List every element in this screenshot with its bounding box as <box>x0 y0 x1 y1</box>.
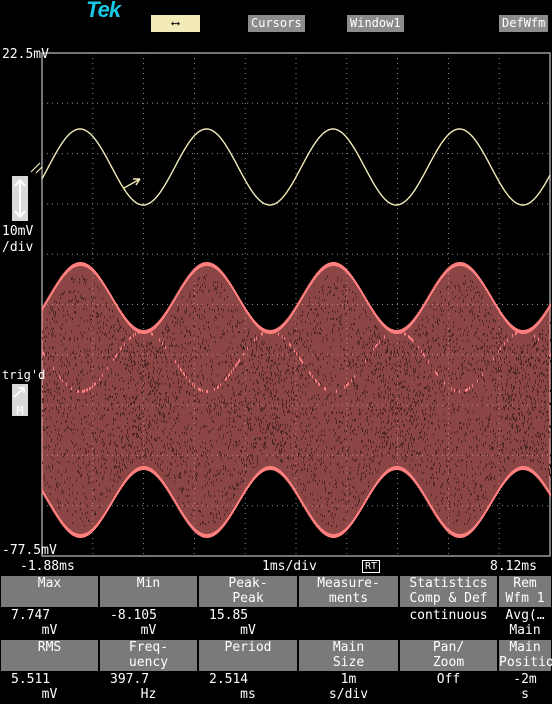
row2-header-4[interactable]: Pan/Zoom <box>400 640 497 671</box>
header-text: Min <box>136 576 161 591</box>
row1-header-2[interactable]: Peak- Peak <box>199 576 297 607</box>
marker-m-label: M <box>16 404 24 418</box>
row1-header-3[interactable]: Measure-ments <box>299 576 398 607</box>
value-text: continuous <box>409 608 488 623</box>
value-text: mV <box>240 623 256 638</box>
volts-per-div-unit: /div <box>2 240 34 255</box>
trigger-marker[interactable]: M <box>12 384 28 418</box>
value-text: 15.85 <box>209 608 249 623</box>
header-text: Zoom <box>432 655 465 670</box>
row1-value-4: continuous <box>400 608 497 639</box>
row2-value-3: 1m s/div <box>299 672 398 703</box>
header-text: Peak- <box>228 576 268 591</box>
value-text: Avg(… <box>505 608 545 623</box>
row1-value-3 <box>299 608 398 639</box>
row2-header-0[interactable]: RMS <box>1 640 98 671</box>
header-text: Measure- <box>317 576 380 591</box>
trace-pointer-icon <box>123 178 141 189</box>
trigger-arrow-icon <box>13 387 25 398</box>
value-text: 5.511 <box>11 672 51 687</box>
row2-value-1: 397.7 Hz <box>100 672 197 703</box>
header-text: Peak <box>232 591 264 606</box>
value-text: 7.747 <box>11 608 51 623</box>
value-text: Hz <box>140 687 157 702</box>
row2-value-5: -2m s <box>499 672 551 703</box>
header-text: Max <box>37 576 62 591</box>
row1-value-5: Avg(… Main <box>499 608 551 639</box>
rt-badge: RT <box>362 560 381 573</box>
header-text: Freq- <box>128 640 169 655</box>
top-voltage-label: 22.5mV <box>2 47 49 62</box>
header-text: Wfm 1 <box>505 591 545 606</box>
header-text: Main <box>332 640 365 655</box>
row2-header-1[interactable]: Freq-uency <box>100 640 197 671</box>
header-text: RMS <box>37 640 62 655</box>
vertical-arrows-icon <box>14 178 26 219</box>
value-text: mV <box>41 623 58 638</box>
value-text: 397.7 <box>110 672 150 687</box>
value-text: 2.514 <box>209 672 249 687</box>
header-text: Statistics <box>409 576 488 591</box>
value-text: mV <box>41 687 58 702</box>
value-text: 1m <box>340 672 357 687</box>
header-text: Main <box>509 640 541 655</box>
header-text: Pan/ <box>432 640 465 655</box>
volts-per-div-value: 10mV <box>2 224 34 239</box>
value-text: -8.105 <box>110 608 157 623</box>
time-per-div-label: 1ms/div <box>262 559 317 574</box>
row1-value-0: 7.747 mV <box>1 608 98 639</box>
value-text: Main <box>509 623 541 638</box>
row2-value-0: 5.511 mV <box>1 672 98 703</box>
row1-header-5[interactable]: Rem Wfm 1 <box>499 576 551 607</box>
header-text: Size <box>332 655 365 670</box>
row1-value-1: -8.105 mV <box>100 608 197 639</box>
row2-header-2[interactable]: Period <box>199 640 297 671</box>
value-text: s/div <box>328 687 369 702</box>
row2-value-4: Off <box>400 672 497 703</box>
modulated-waveform-trace <box>41 262 551 538</box>
vertical-position-handle[interactable] <box>12 176 28 221</box>
waveform-display <box>30 52 551 557</box>
row2-header-5[interactable]: MainPosition <box>499 640 552 671</box>
value-text: Off <box>436 672 461 687</box>
value-text: mV <box>140 623 157 638</box>
time-start-label: -1.88ms <box>20 559 75 574</box>
row1-header-0[interactable]: Max <box>1 576 98 607</box>
row1-header-4[interactable]: Statistics Comp & Def <box>400 576 497 607</box>
row1-header-1[interactable]: Min <box>100 576 197 607</box>
row1-value-2: 15.85 mV <box>199 608 297 639</box>
header-text: Period <box>224 640 272 655</box>
value-text: -2m <box>513 672 537 687</box>
header-text: uency <box>128 655 169 670</box>
trigger-status: trig'd <box>2 368 46 382</box>
measurement-panel: Max 7.747 mV Min -8.105 mV Peak- Peak 15.85 mV Mea… <box>0 575 552 704</box>
value-text: s <box>521 687 529 702</box>
header-text: Position <box>499 655 552 670</box>
row2-value-2: 2.514 ms <box>199 672 297 703</box>
channel-marker-icon <box>30 162 43 174</box>
header-text: Comp & Def <box>409 591 488 606</box>
header-text: Rem <box>513 576 537 591</box>
time-end-label: 8.12ms <box>490 559 537 574</box>
bottom-voltage-label: -77.5mV <box>2 543 57 558</box>
value-text: ms <box>240 687 256 702</box>
header-text: ments <box>328 591 369 606</box>
row2-header-3[interactable]: Main Size <box>299 640 398 671</box>
